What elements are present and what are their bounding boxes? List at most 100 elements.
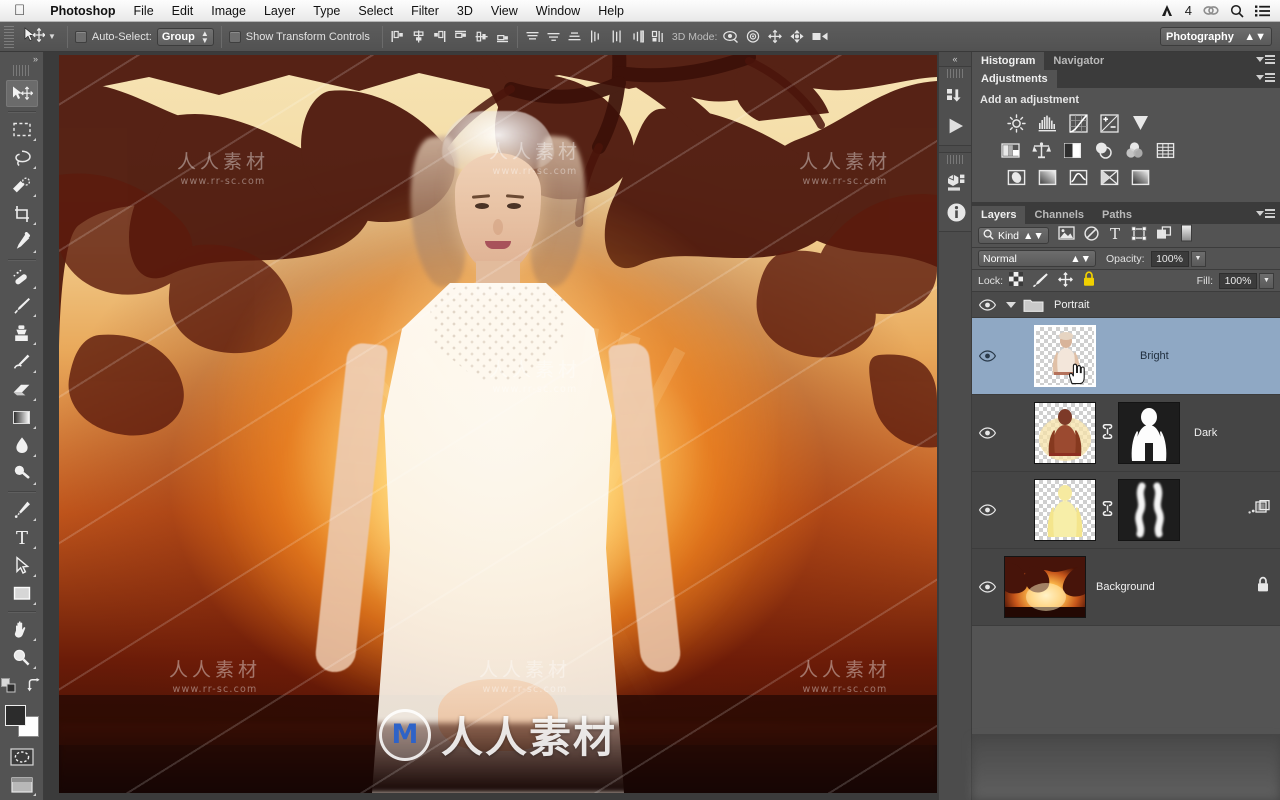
- filter-adjustment-layers-icon[interactable]: [1084, 225, 1099, 246]
- tool-spot-healing-brush[interactable]: [6, 264, 38, 291]
- lock-transparent-pixels-icon[interactable]: [1009, 272, 1024, 289]
- photo-filter-icon[interactable]: [1093, 140, 1113, 160]
- menu-item-filter[interactable]: Filter: [402, 0, 448, 22]
- tool-brush[interactable]: [6, 292, 38, 319]
- distribute-bottom-edges-icon[interactable]: [567, 29, 582, 44]
- creative-cloud-icon[interactable]: [1203, 4, 1219, 17]
- tab-adjustments[interactable]: Adjustments: [972, 70, 1057, 88]
- black-white-icon[interactable]: [1062, 140, 1082, 160]
- align-bottom-edges-icon[interactable]: [495, 29, 510, 44]
- hue-saturation-icon[interactable]: [1000, 140, 1020, 160]
- layer-row-background[interactable]: Background: [972, 549, 1280, 626]
- distribute-horizontal-centers-icon[interactable]: [609, 29, 624, 44]
- tab-navigator[interactable]: Navigator: [1044, 52, 1114, 70]
- swap-colors-icon[interactable]: [26, 678, 43, 699]
- scale-3d-icon[interactable]: [811, 29, 829, 44]
- current-tool-chip[interactable]: ▼: [19, 27, 60, 46]
- quick-mask-button[interactable]: [6, 743, 38, 770]
- show-transform-controls-checkbox[interactable]: [228, 30, 241, 43]
- layer-row-dark[interactable]: Dark: [972, 395, 1280, 472]
- tool-gradient[interactable]: [6, 404, 38, 431]
- layer-thumbnail[interactable]: [1034, 325, 1096, 387]
- menu-item-layer[interactable]: Layer: [255, 0, 304, 22]
- filter-type-layers-icon[interactable]: T: [1108, 225, 1122, 246]
- curves-icon[interactable]: [1068, 113, 1088, 133]
- layer-visibility-toggle[interactable]: [972, 350, 1002, 362]
- menu-item-view[interactable]: View: [482, 0, 527, 22]
- filter-pixel-layers-icon[interactable]: [1058, 226, 1075, 245]
- invert-icon[interactable]: [1006, 167, 1026, 187]
- link-mask-icon[interactable]: [1101, 424, 1113, 442]
- opacity-value[interactable]: 100%: [1150, 250, 1189, 267]
- layers-panel-bottom-toolbar[interactable]: [972, 738, 1280, 800]
- roll-3d-icon[interactable]: [745, 29, 761, 44]
- info-panel-button[interactable]: [939, 197, 973, 227]
- align-vertical-centers-icon[interactable]: [474, 29, 489, 44]
- screen-mode-button[interactable]: [6, 771, 38, 798]
- layer-thumbnail[interactable]: [1004, 556, 1086, 618]
- menu-item-3d[interactable]: 3D: [448, 0, 482, 22]
- layer-thumbnail[interactable]: [1034, 402, 1096, 464]
- tool-crop[interactable]: [6, 200, 38, 227]
- align-right-edges-icon[interactable]: [432, 29, 447, 44]
- menu-item-photoshop[interactable]: Photoshop: [41, 0, 124, 22]
- lock-image-pixels-icon[interactable]: [1032, 272, 1049, 290]
- smart-filter-indicator-icon[interactable]: [1248, 499, 1270, 521]
- apple-logo-icon[interactable]: : [14, 3, 25, 18]
- layer-visibility-toggle[interactable]: [972, 427, 1002, 439]
- tool-blur[interactable]: [6, 432, 38, 459]
- fill-stepper[interactable]: ▼: [1259, 272, 1274, 289]
- filter-smart-object-icon[interactable]: [1156, 225, 1172, 246]
- options-bar-grip[interactable]: [4, 25, 14, 48]
- tool-lasso[interactable]: [6, 144, 38, 171]
- tool-path-selection[interactable]: [6, 552, 38, 579]
- workspace-switcher[interactable]: Photography ▲▼: [1160, 27, 1272, 46]
- layer-group-name[interactable]: Portrait: [1054, 299, 1089, 311]
- tool-eyedropper[interactable]: [6, 228, 38, 255]
- tool-rectangle-shape[interactable]: [6, 580, 38, 607]
- posterize-icon[interactable]: [1037, 167, 1057, 187]
- notification-center-icon[interactable]: [1255, 5, 1270, 17]
- tool-zoom[interactable]: [6, 644, 38, 671]
- document-canvas[interactable]: 人人素材 www.rr-sc.com 人人素材 www.rr-sc.com 人人…: [59, 55, 937, 793]
- brightness-contrast-icon[interactable]: [1006, 113, 1026, 133]
- layer-row-glow[interactable]: [972, 472, 1280, 549]
- selective-color-icon[interactable]: [1099, 167, 1119, 187]
- tool-dodge[interactable]: [6, 460, 38, 487]
- layer-mask-thumbnail[interactable]: [1118, 479, 1180, 541]
- default-colors-icon[interactable]: [0, 678, 17, 699]
- layers-panel-menu-icon[interactable]: [1256, 209, 1275, 218]
- color-balance-icon[interactable]: [1031, 140, 1051, 160]
- tool-pen[interactable]: [6, 496, 38, 523]
- tool-hand[interactable]: [6, 616, 38, 643]
- actions-panel-button[interactable]: [939, 111, 973, 141]
- threshold-icon[interactable]: [1068, 167, 1088, 187]
- layer-visibility-toggle[interactable]: [972, 504, 1002, 516]
- layer-visibility-toggle[interactable]: [972, 298, 1002, 311]
- layer-group-row-portrait[interactable]: Portrait: [972, 292, 1280, 318]
- layer-name[interactable]: Bright: [1140, 350, 1169, 362]
- link-mask-icon[interactable]: [1101, 501, 1113, 519]
- slide-3d-icon[interactable]: [789, 29, 805, 44]
- menu-item-image[interactable]: Image: [202, 0, 255, 22]
- vibrance-icon[interactable]: [1130, 113, 1150, 133]
- layer-filter-kind-select[interactable]: Kind ▲▼: [978, 227, 1049, 244]
- chevron-down-icon[interactable]: ▼: [48, 32, 56, 41]
- search-icon[interactable]: [1230, 4, 1244, 18]
- auto-align-layers-icon[interactable]: [651, 29, 667, 44]
- menu-item-type[interactable]: Type: [304, 0, 349, 22]
- align-horizontal-centers-icon[interactable]: [411, 29, 426, 44]
- filter-toggle-icon[interactable]: [1180, 224, 1192, 247]
- layer-name[interactable]: Dark: [1194, 427, 1217, 439]
- adjustments-panel-menu-icon[interactable]: [1256, 73, 1275, 82]
- 3d-panel-button[interactable]: [939, 167, 973, 197]
- lock-all-icon[interactable]: [1082, 271, 1096, 290]
- layer-name[interactable]: Background: [1096, 581, 1155, 593]
- lock-position-icon[interactable]: [1058, 271, 1074, 290]
- tools-collapse-button[interactable]: »: [0, 52, 43, 65]
- distribute-vertical-centers-icon[interactable]: [546, 29, 561, 44]
- auto-select-scope-select[interactable]: Group ▲ ▼: [156, 27, 214, 46]
- layer-mask-thumbnail[interactable]: [1118, 402, 1180, 464]
- tab-histogram[interactable]: Histogram: [972, 52, 1045, 70]
- levels-icon[interactable]: [1037, 113, 1057, 133]
